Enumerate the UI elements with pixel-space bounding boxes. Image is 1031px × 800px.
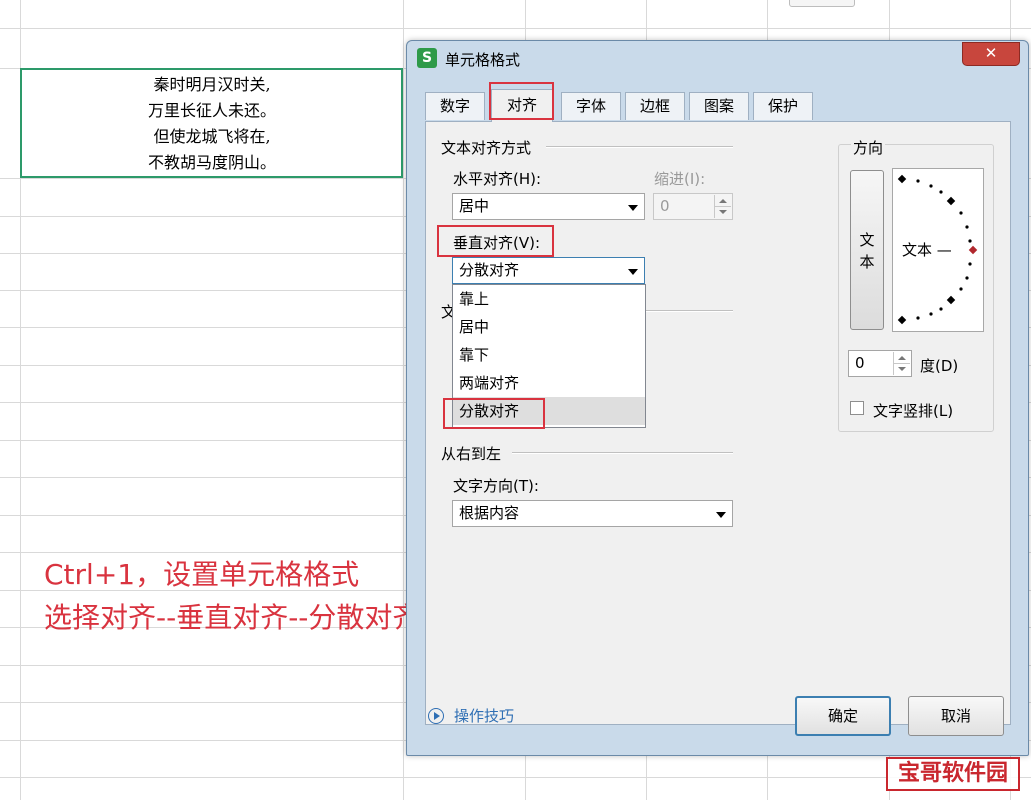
vertical-text-char: 本 — [859, 253, 875, 271]
poem-line: 万里长征人未还。 — [147, 101, 276, 120]
indent-value: 0 — [660, 197, 670, 215]
indent-label: 缩进(I): — [654, 170, 706, 188]
chevron-down-icon — [716, 512, 726, 518]
wps-app-icon: S — [417, 48, 437, 68]
poem-line: 秦时明月汉时关, — [153, 75, 271, 94]
dropdown-option-bottom[interactable]: 靠下 — [453, 341, 645, 369]
dropdown-option-center[interactable]: 居中 — [453, 313, 645, 341]
horizontal-align-value: 居中 — [459, 197, 490, 215]
dropdown-option-justify[interactable]: 两端对齐 — [453, 369, 645, 397]
cancel-button[interactable]: 取消 — [908, 696, 1004, 736]
vertical-text-char: 文 — [859, 231, 875, 249]
close-button[interactable]: ✕ — [962, 42, 1020, 66]
horizontal-align-select[interactable]: 居中 — [452, 193, 645, 220]
group-divider — [512, 452, 733, 454]
tab-font[interactable]: 字体 — [561, 92, 621, 120]
rtl-group-title: 从右到左 — [441, 445, 502, 463]
vertical-align-dropdown: 靠上 居中 靠下 两端对齐 分散对齐 — [452, 284, 646, 428]
degrees-label: 度(D) — [920, 357, 959, 375]
vertical-text-button[interactable]: 文 本 — [850, 170, 884, 330]
orientation-group-title: 方向 — [851, 137, 886, 158]
cell-poem-text: 秦时明月汉时关, 万里长征人未还。 但使龙城飞将在, 不教胡马度阴山。 — [22, 72, 402, 176]
group-divider — [646, 310, 733, 312]
text-direction-value: 根据内容 — [459, 504, 520, 522]
spinner-arrows-icon[interactable] — [893, 352, 910, 375]
dialog-titlebar[interactable]: S 单元格格式 ✕ — [407, 41, 1028, 77]
indent-spinner[interactable]: 0 — [653, 193, 733, 220]
annotation-line-2: 选择对齐--垂直对齐--分散对齐 — [44, 601, 421, 634]
tab-border[interactable]: 边框 — [625, 92, 685, 120]
tab-number[interactable]: 数字 — [425, 92, 485, 120]
poem-line: 但使龙城飞将在, — [153, 127, 271, 146]
poem-line: 不教胡马度阴山。 — [147, 153, 276, 172]
chevron-down-icon — [628, 205, 638, 211]
stacked-text-label: 文字竖排(L) — [873, 402, 954, 420]
tab-protection[interactable]: 保护 — [753, 92, 813, 120]
ok-button[interactable]: 确定 — [795, 696, 891, 736]
tab-alignment[interactable]: 对齐 — [491, 89, 553, 122]
degrees-spinner[interactable]: 0 — [848, 350, 912, 377]
stacked-text-checkbox[interactable] — [850, 401, 864, 415]
group-divider — [546, 146, 733, 148]
text-alignment-group-title: 文本对齐方式 — [441, 139, 532, 157]
horizontal-align-label: 水平对齐(H): — [453, 170, 542, 188]
dialog-title: 单元格格式 — [445, 51, 521, 69]
vertical-align-value: 分散对齐 — [459, 261, 520, 279]
operation-tips-link[interactable]: 操作技巧 — [454, 705, 514, 726]
orientation-dial-label: 文本 — — [902, 241, 952, 259]
annotation-line-1: Ctrl+1，设置单元格格式 — [44, 558, 360, 591]
vertical-align-label: 垂直对齐(V): — [453, 234, 541, 252]
dropdown-option-distributed[interactable]: 分散对齐 — [453, 397, 645, 425]
dropdown-option-top[interactable]: 靠上 — [453, 285, 645, 313]
tab-pattern[interactable]: 图案 — [689, 92, 749, 120]
degrees-value: 0 — [855, 354, 865, 372]
vertical-align-select[interactable]: 分散对齐 — [452, 257, 645, 284]
text-direction-select[interactable]: 根据内容 — [452, 500, 733, 527]
spinner-arrows-icon[interactable] — [714, 195, 731, 218]
watermark-logo: 宝哥软件园 — [886, 757, 1020, 791]
chevron-down-icon — [628, 269, 638, 275]
text-direction-label: 文字方向(T): — [453, 477, 539, 495]
play-circle-icon[interactable] — [428, 708, 444, 724]
